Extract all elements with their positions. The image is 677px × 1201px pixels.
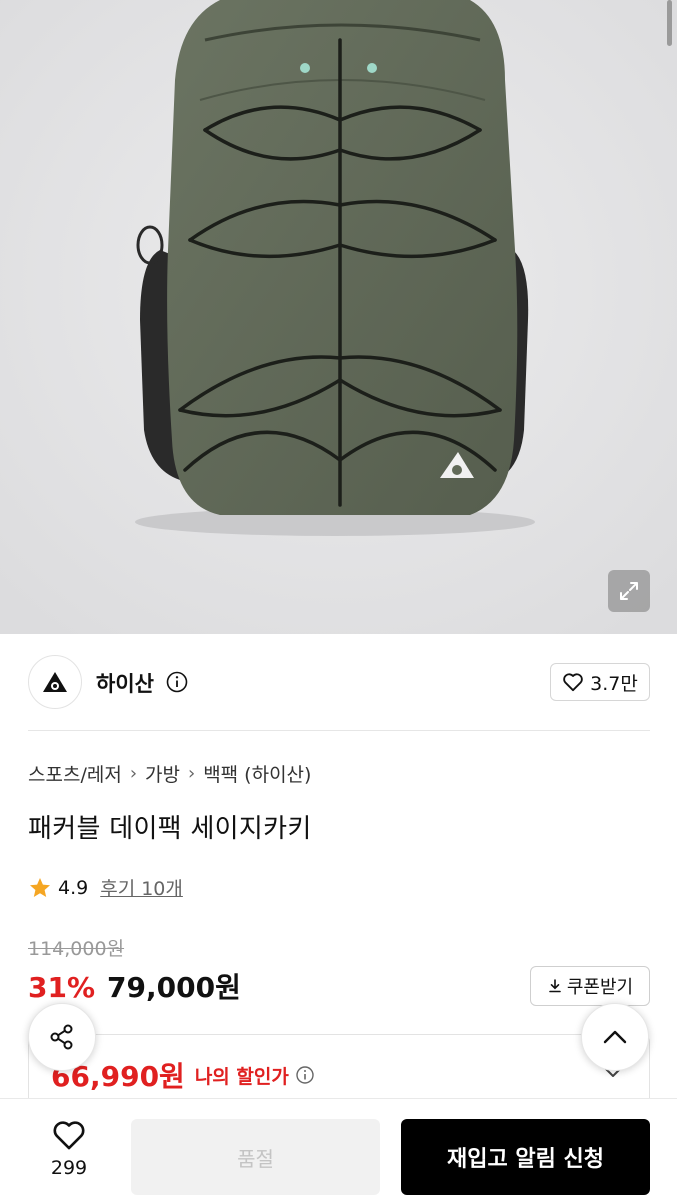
price-row: 31% 79,000원 (28, 966, 241, 1006)
heart-icon (53, 1121, 85, 1150)
product-image[interactable] (0, 0, 677, 634)
wishlist-count: 299 (50, 1157, 88, 1179)
scroll-top-button[interactable] (581, 1003, 649, 1071)
bottom-action-bar: 299 품절 재입고 알림 신청 (0, 1098, 677, 1201)
my-price: 66,990원 나의 할인가 (51, 1055, 315, 1095)
breadcrumb-item-bag[interactable]: 가방 (145, 760, 180, 787)
brand-logo[interactable] (28, 655, 82, 709)
chevron-right-icon: › (187, 763, 196, 784)
sale-price: 79,000원 (107, 971, 241, 1004)
wishlist-button[interactable]: 299 (36, 1119, 102, 1179)
star-icon (30, 877, 50, 897)
my-price-label: 나의 할인가 (194, 1065, 289, 1088)
expand-image-button[interactable] (608, 570, 650, 612)
rating-row: 4.9 후기 10개 (28, 874, 183, 901)
info-icon[interactable] (166, 671, 188, 693)
rating-score: 4.9 (58, 876, 89, 899)
breadcrumb-item-backpack[interactable]: 백팩 (하이산) (203, 760, 311, 787)
brand-like-count: 3.7만 (590, 672, 638, 695)
coupon-label: 쿠폰받기 (566, 977, 634, 998)
brand-row: 하이산 3.7만 (28, 655, 650, 711)
share-icon (50, 1024, 73, 1050)
brand-like-button[interactable]: 3.7만 (550, 663, 650, 701)
original-price: 114,000원 (28, 938, 125, 960)
scrollbar[interactable] (667, 0, 672, 46)
info-icon[interactable] (295, 1065, 315, 1085)
discount-rate: 31% (28, 971, 96, 1004)
brand-name[interactable]: 하이산 (96, 668, 154, 698)
product-title: 패커블 데이팩 세이지카키 (28, 814, 312, 844)
chevron-up-icon (603, 1030, 627, 1044)
chevron-right-icon: › (129, 763, 138, 784)
coupon-button[interactable]: 쿠폰받기 (530, 966, 650, 1006)
review-link[interactable]: 후기 10개 (100, 874, 183, 901)
backpack-illustration (0, 0, 677, 634)
breadcrumb-item-sports[interactable]: 스포츠/레저 (28, 760, 122, 787)
soldout-button[interactable]: 품절 (131, 1119, 380, 1195)
download-icon (549, 979, 561, 993)
breadcrumb: 스포츠/레저 › 가방 › 백팩 (하이산) (28, 760, 311, 787)
share-button[interactable] (28, 1003, 96, 1071)
expand-icon (620, 582, 638, 600)
divider (28, 730, 650, 731)
restock-alert-button[interactable]: 재입고 알림 신청 (401, 1119, 650, 1195)
brand-logo-icon (43, 672, 67, 692)
heart-icon (563, 673, 583, 692)
